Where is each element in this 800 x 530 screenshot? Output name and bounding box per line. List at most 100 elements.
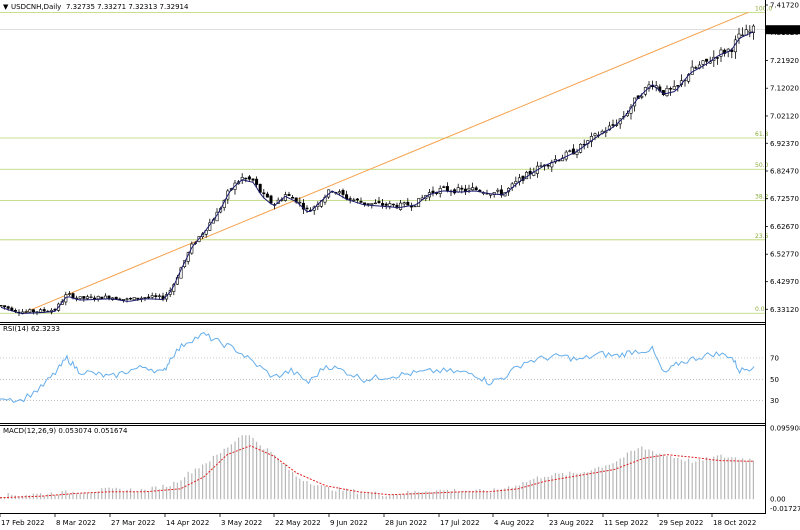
candle-body bbox=[96, 296, 100, 300]
candle-body bbox=[6, 306, 10, 309]
candle-body bbox=[496, 189, 500, 192]
candle-body bbox=[593, 133, 597, 136]
candle-body bbox=[78, 296, 82, 299]
price-tick-label: 6.33120 bbox=[770, 306, 799, 314]
candle-body bbox=[251, 178, 255, 181]
candle-body bbox=[136, 297, 140, 300]
candle-body bbox=[748, 30, 752, 33]
candle-body bbox=[715, 57, 719, 59]
candle-body bbox=[337, 191, 341, 194]
candle-body bbox=[355, 198, 359, 201]
candle-body bbox=[406, 201, 410, 206]
candle-body bbox=[575, 151, 579, 155]
candle-body bbox=[42, 309, 46, 312]
current-price-tag: 7.32914 bbox=[766, 25, 800, 35]
candle-body bbox=[373, 202, 377, 205]
candle-body bbox=[39, 309, 43, 313]
candle-body bbox=[291, 196, 295, 199]
candle-body bbox=[247, 176, 251, 180]
date-tick-label: 23 Aug 2022 bbox=[549, 519, 594, 527]
candle-body bbox=[305, 207, 309, 210]
candle-body bbox=[244, 177, 248, 180]
price-tick-label: 6.72570 bbox=[770, 195, 799, 203]
candle-body bbox=[546, 165, 550, 167]
price-tick-label: 6.82470 bbox=[770, 167, 799, 175]
date-tick-label: 27 Mar 2022 bbox=[111, 519, 155, 527]
candle-body bbox=[366, 203, 370, 205]
candle-body bbox=[370, 203, 374, 205]
candle-body bbox=[719, 49, 723, 57]
candle-body bbox=[157, 295, 161, 297]
candle-body bbox=[147, 296, 151, 299]
candle-body bbox=[265, 193, 269, 198]
candle-body bbox=[460, 187, 464, 190]
candle-body bbox=[741, 34, 745, 37]
candle-body bbox=[85, 296, 89, 299]
trading-chart[interactable]: 100.061.850.038.223.60.0 ▼ USDCNH,Daily … bbox=[0, 0, 800, 530]
price-tick-label: 6.92370 bbox=[770, 140, 799, 148]
candle-body bbox=[388, 203, 392, 207]
candle-body bbox=[690, 66, 694, 75]
header-symbol: USDCNH,Daily bbox=[11, 3, 61, 11]
candle-body bbox=[705, 58, 709, 62]
candle-body bbox=[121, 299, 125, 301]
rsi-tick-label: 30 bbox=[770, 397, 779, 405]
price-tick-label: 6.62670 bbox=[770, 223, 799, 231]
svg-text:7.32914: 7.32914 bbox=[768, 26, 797, 34]
candle-body bbox=[143, 297, 147, 299]
candle-body bbox=[377, 201, 381, 204]
candle-body bbox=[28, 309, 32, 313]
candle-body bbox=[352, 199, 356, 201]
candle-body bbox=[391, 203, 395, 206]
candle-body bbox=[568, 150, 572, 152]
candle-body bbox=[31, 309, 35, 313]
candle-body bbox=[154, 295, 158, 298]
candle-body bbox=[132, 297, 136, 301]
fib-level-label: 50.0 bbox=[755, 162, 769, 169]
candle-body bbox=[150, 295, 154, 298]
candle-body bbox=[287, 194, 291, 196]
rsi-tick-label: 50 bbox=[770, 376, 779, 384]
candle-body bbox=[669, 88, 673, 90]
candle-body bbox=[463, 188, 467, 192]
candle-body bbox=[431, 190, 435, 194]
date-tick-label: 29 Sep 2022 bbox=[659, 519, 703, 527]
date-tick-label: 4 Aug 2022 bbox=[494, 519, 534, 527]
date-tick-label: 3 May 2022 bbox=[221, 519, 262, 527]
candle-body bbox=[0, 305, 3, 307]
candle-body bbox=[269, 195, 273, 204]
candle-body bbox=[125, 298, 129, 300]
date-tick-label: 22 May 2022 bbox=[275, 519, 321, 527]
candle-body bbox=[129, 297, 133, 300]
rsi-axis-labels: 70 50 30 bbox=[770, 355, 779, 406]
price-tick-label: 7.41720 bbox=[770, 2, 799, 10]
candle-body bbox=[409, 205, 413, 208]
date-tick-label: 17 Jul 2022 bbox=[440, 519, 480, 527]
fib-level-label: 61.8 bbox=[755, 131, 769, 138]
header-ohlc: 7.32735 7.33271 7.32313 7.32914 bbox=[66, 3, 189, 11]
price-tick-label: 6.52770 bbox=[770, 251, 799, 259]
candle-body bbox=[737, 33, 741, 39]
date-tick-label: 18 Oct 2022 bbox=[713, 519, 756, 527]
header-arrow: ▼ bbox=[3, 3, 9, 11]
candle-body bbox=[413, 205, 417, 208]
date-tick-label: 11 Sep 2022 bbox=[604, 519, 648, 527]
candle-body bbox=[640, 95, 644, 98]
candle-body bbox=[445, 186, 449, 191]
candle-body bbox=[539, 165, 543, 167]
price-tick-label: 7.21920 bbox=[770, 57, 799, 65]
candle-body bbox=[694, 67, 698, 69]
date-tick-label: 17 Feb 2022 bbox=[1, 519, 45, 527]
candle-body bbox=[89, 296, 93, 298]
candle-body bbox=[82, 296, 86, 299]
candle-body bbox=[348, 198, 352, 200]
candle-body bbox=[611, 124, 615, 126]
candle-body bbox=[665, 87, 669, 97]
candle-body bbox=[381, 203, 385, 206]
macd-tick-label: 0.095908 bbox=[770, 425, 800, 433]
candle-body bbox=[93, 297, 97, 300]
macd-tick-label: 0.00 bbox=[770, 496, 786, 504]
price-tick-label: 7.12020 bbox=[770, 85, 799, 93]
macd-title: MACD(12,26,9) 0.053074 0.051674 bbox=[3, 427, 128, 435]
candle-body bbox=[262, 192, 266, 195]
